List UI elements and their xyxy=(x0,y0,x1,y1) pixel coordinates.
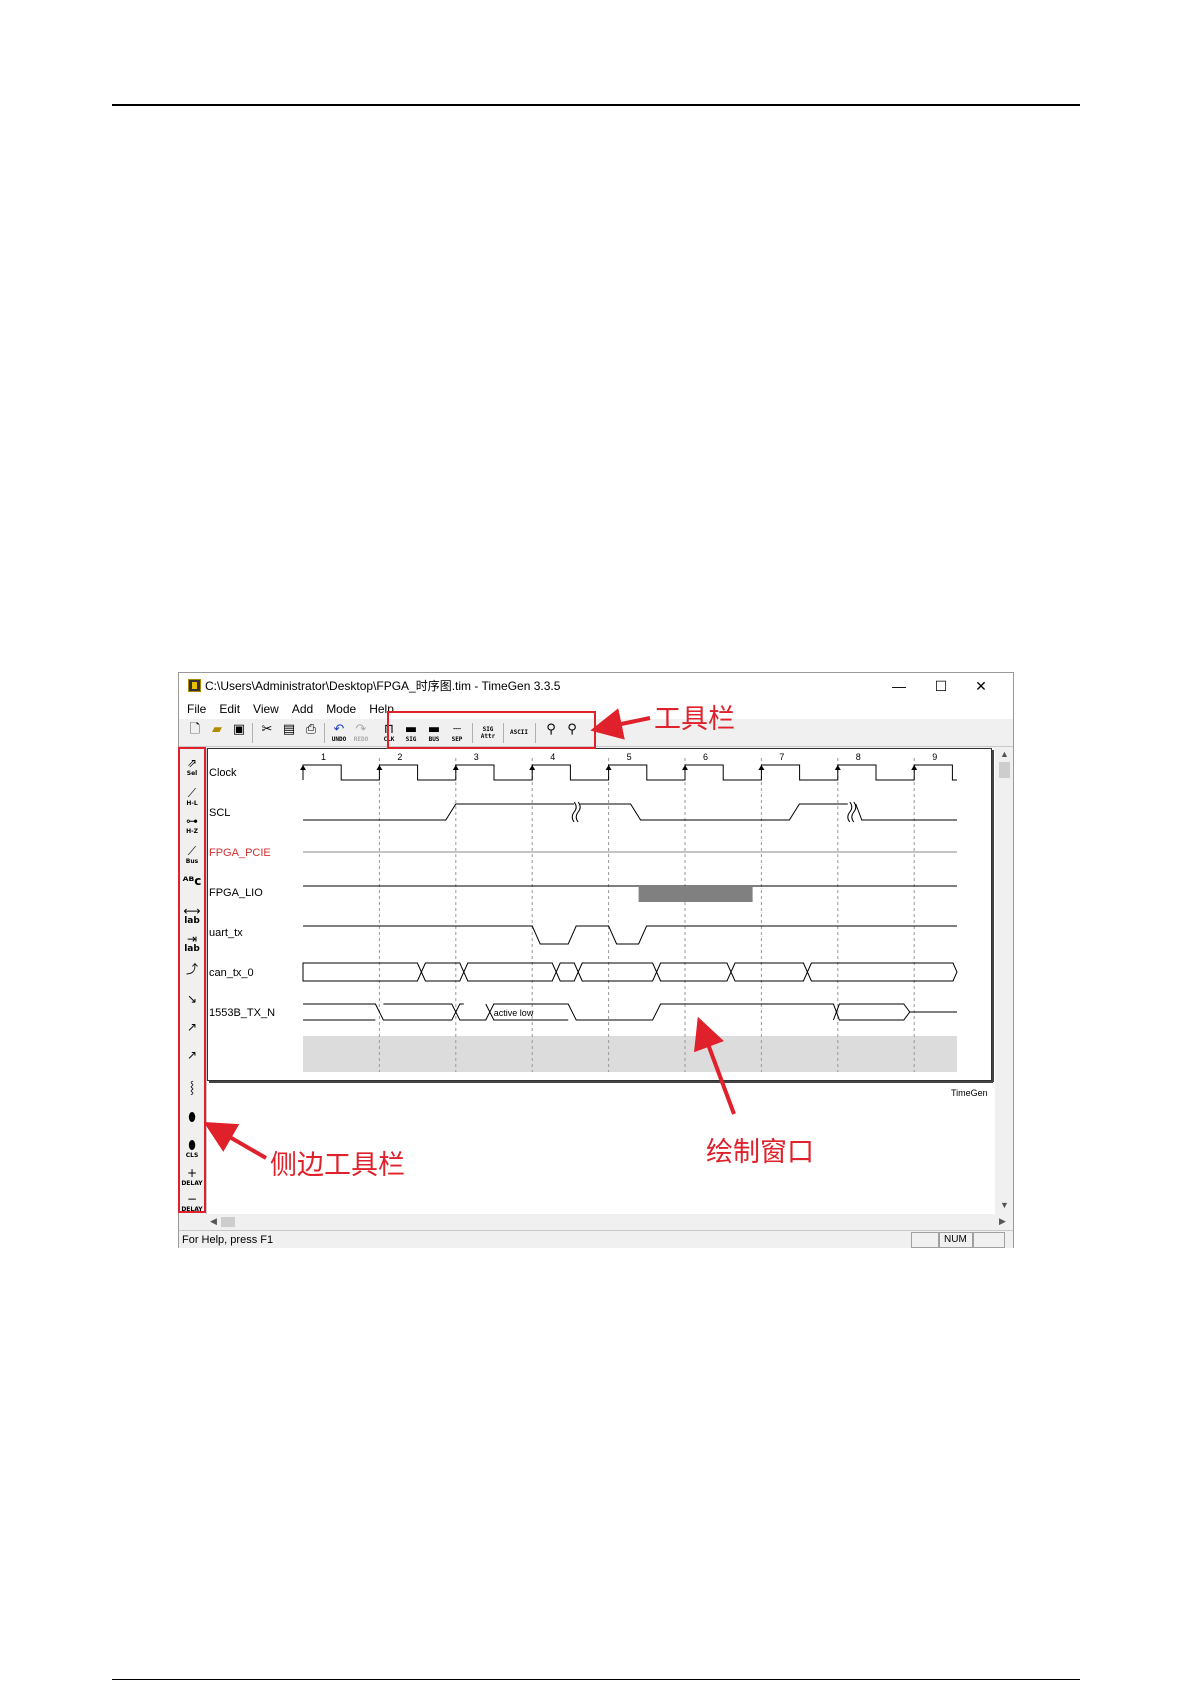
scroll-thumb[interactable] xyxy=(999,762,1010,778)
page-top-rule xyxy=(112,104,1080,106)
app-icon xyxy=(188,679,201,692)
toolbar-highlight-box xyxy=(387,711,596,749)
printer-icon: ⎙ xyxy=(305,722,317,737)
can-waveform xyxy=(302,962,958,982)
toolbar-separator xyxy=(324,723,325,743)
status-cell-empty xyxy=(911,1232,939,1248)
signal-name: Clock xyxy=(209,767,237,779)
scroll-thumb[interactable] xyxy=(221,1217,235,1227)
rising-edge-arrow xyxy=(834,765,841,770)
grey-spacer-row xyxy=(303,1036,957,1072)
scissors-icon: ✂ xyxy=(261,722,273,737)
open-file-button[interactable]: ▰ xyxy=(207,723,227,743)
window-title: C:\Users\Administrator\Desktop\FPGA_时序图.… xyxy=(205,679,561,693)
scroll-left-icon[interactable]: ◀ xyxy=(210,1216,217,1227)
horizontal-scrollbar[interactable]: ◀ ▶ xyxy=(207,1214,1013,1230)
redo-button[interactable]: ↷ REDO xyxy=(351,723,371,743)
cycle-number: 9 xyxy=(932,752,937,762)
scl-waveform xyxy=(303,803,957,821)
menu-add[interactable]: Add xyxy=(287,699,318,719)
cycle-number: 3 xyxy=(474,752,479,762)
lio-shaded-block xyxy=(638,886,753,902)
menu-bar: File Edit View Add Mode Help xyxy=(179,699,1013,719)
uart-waveform xyxy=(303,925,957,945)
cycle-number: 4 xyxy=(550,752,555,762)
menu-view[interactable]: View xyxy=(248,699,284,719)
paste-button[interactable]: ▤ xyxy=(279,723,299,743)
vertical-scrollbar[interactable]: ▲ ▼ xyxy=(996,748,1013,1214)
cycle-number: 7 xyxy=(779,752,784,762)
sidebar-highlight-box xyxy=(178,747,206,1213)
break-symbol xyxy=(571,801,581,823)
rising-edge-arrow xyxy=(376,765,383,770)
cycle-number: 6 xyxy=(703,752,708,762)
diagram-frame xyxy=(207,748,992,1081)
signal-name: uart_tx xyxy=(209,927,243,939)
signal-name: FPGA_LIO xyxy=(209,887,263,899)
close-button[interactable]: ✕ xyxy=(961,673,1001,699)
page-bottom-rule xyxy=(112,1679,1080,1680)
status-help-text: For Help, press F1 xyxy=(182,1234,274,1246)
signal-name: 1553B_TX_N xyxy=(209,1007,275,1019)
rising-edge-arrow xyxy=(911,765,918,770)
title-bar: C:\Users\Administrator\Desktop\FPGA_时序图.… xyxy=(179,673,1013,699)
scroll-up-icon[interactable]: ▲ xyxy=(1000,749,1009,759)
floppy-disk-icon: ▣ xyxy=(232,722,246,737)
cycle-number: 5 xyxy=(627,752,632,762)
active-low-annotation: active low xyxy=(494,1008,534,1018)
canvas-callout-label: 绘制窗口 xyxy=(706,1137,814,1168)
new-file-icon: 🗋 xyxy=(189,722,201,737)
status-cell-empty xyxy=(973,1232,1005,1248)
cut-button[interactable]: ✂ xyxy=(257,723,277,743)
rising-edge-arrow xyxy=(300,765,306,770)
cycle-number: 1 xyxy=(321,752,326,762)
rising-edge-arrow xyxy=(758,765,765,770)
undo-button[interactable]: ↶ UNDO xyxy=(329,723,349,743)
scroll-down-icon[interactable]: ▼ xyxy=(1000,1200,1009,1210)
rising-edge-arrow xyxy=(605,765,612,770)
1553b-waveform xyxy=(303,1003,957,1021)
rising-edge-arrow xyxy=(452,765,459,770)
undo-icon: ↶ xyxy=(333,722,345,737)
save-button[interactable]: ▣ xyxy=(229,723,249,743)
toolbar: 🗋 ▰ ▣ ✂ ▤ ⎙ ↶ UNDO ↷ REDO ⊓ CLK ▬ SIG ▬ BUS ┈… xyxy=(179,719,1013,747)
break-symbol xyxy=(847,801,857,823)
menu-edit[interactable]: Edit xyxy=(214,699,245,719)
rising-edge-arrow xyxy=(529,765,536,770)
minimize-button[interactable]: — xyxy=(879,673,919,699)
menu-file[interactable]: File xyxy=(182,699,211,719)
print-button[interactable]: ⎙ xyxy=(301,723,321,743)
sidebar-callout-label: 侧边工具栏 xyxy=(270,1150,405,1181)
redo-icon: ↷ xyxy=(355,722,367,737)
cycle-number: 8 xyxy=(856,752,861,762)
clock-waveform xyxy=(302,764,957,781)
clipboard-icon: ▤ xyxy=(282,722,296,737)
signal-name: SCL xyxy=(209,807,230,819)
signal-name: can_tx_0 xyxy=(209,967,254,979)
cycle-number: 2 xyxy=(397,752,402,762)
status-bar: For Help, press F1 NUM xyxy=(179,1230,1013,1248)
rising-edge-arrow xyxy=(682,765,688,770)
status-num: NUM xyxy=(939,1232,973,1248)
timegen-brand: TimeGen xyxy=(951,1088,988,1098)
new-file-button[interactable]: 🗋 xyxy=(185,723,205,743)
signal-name: FPGA_PCIE xyxy=(209,847,271,859)
toolbar-separator xyxy=(252,723,253,743)
menu-mode[interactable]: Mode xyxy=(321,699,361,719)
scroll-right-icon[interactable]: ▶ xyxy=(999,1216,1006,1227)
folder-open-icon: ▰ xyxy=(212,722,222,737)
toolbar-callout-label: 工具栏 xyxy=(654,704,735,735)
maximize-button[interactable]: ☐ xyxy=(921,673,961,699)
